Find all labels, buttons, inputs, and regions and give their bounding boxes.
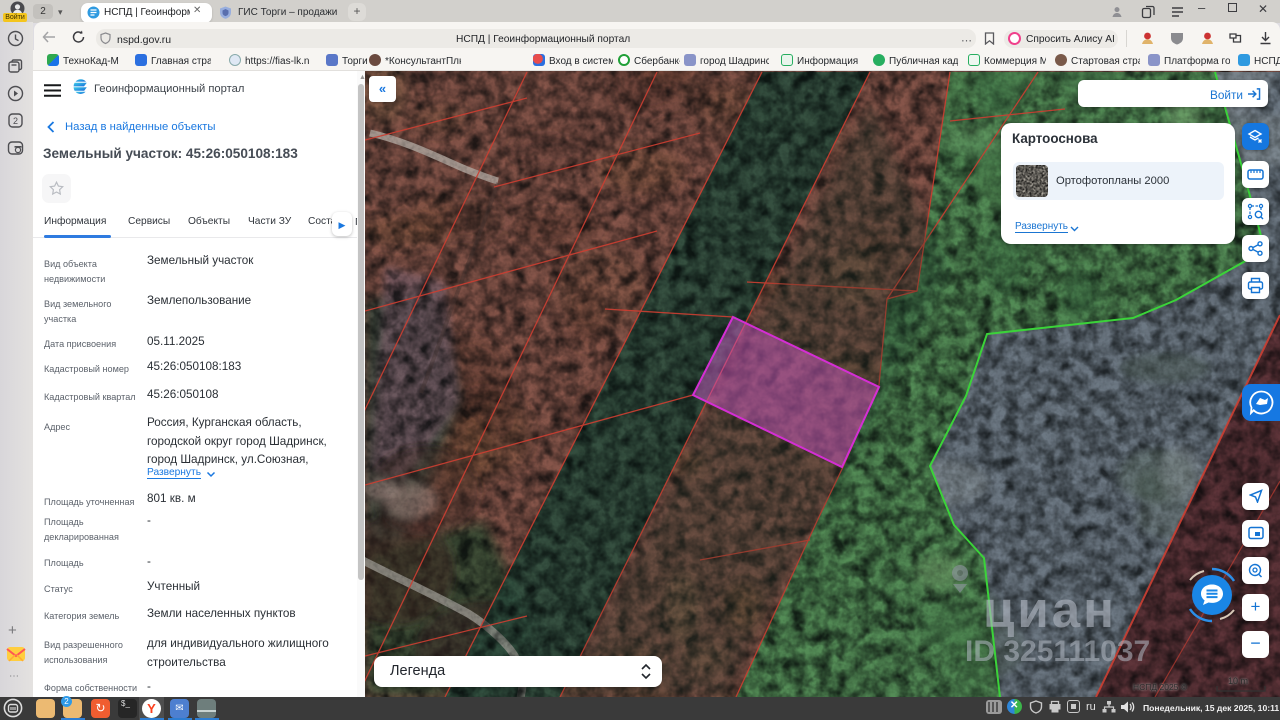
svg-text:2: 2 [13, 116, 18, 126]
svg-text:циан: циан [983, 581, 1117, 638]
svg-text:ID 325111037: ID 325111037 [965, 635, 1150, 668]
